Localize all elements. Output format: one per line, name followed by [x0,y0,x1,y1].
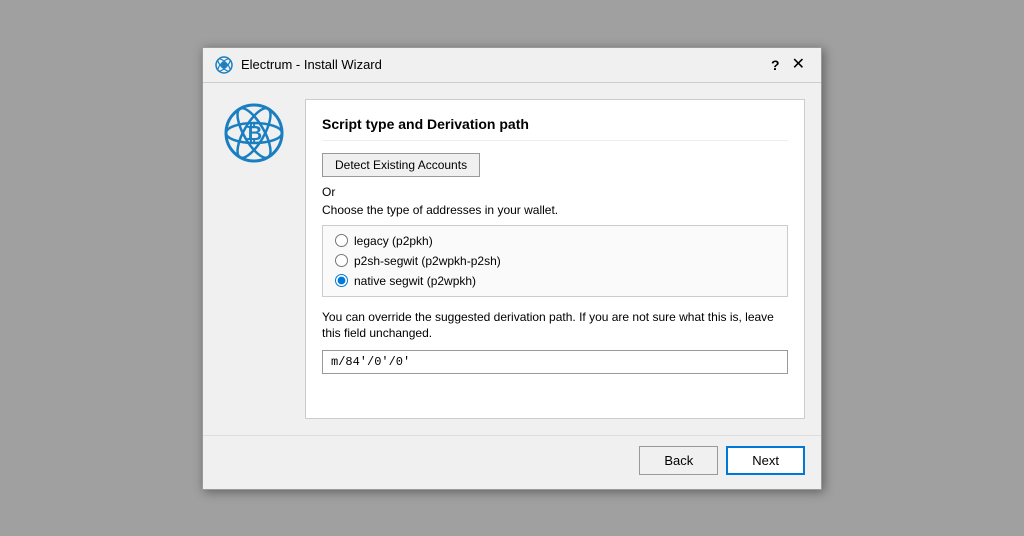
radio-legacy-label[interactable]: legacy (p2pkh) [354,234,433,248]
override-description: You can override the suggested derivatio… [322,309,788,343]
section-title: Script type and Derivation path [322,116,788,141]
wizard-footer: Back Next [203,435,821,489]
title-controls: ? ✕ [771,57,809,73]
derivation-path-input[interactable] [322,350,788,374]
wizard-logo: ₿ [219,99,289,419]
content-box: Script type and Derivation path Detect E… [305,99,805,419]
choose-text: Choose the type of addresses in your wal… [322,203,788,217]
radio-p2sh-label[interactable]: p2sh-segwit (p2wpkh-p2sh) [354,254,501,268]
or-text: Or [322,185,788,199]
electrum-icon [215,56,233,74]
detect-accounts-button[interactable]: Detect Existing Accounts [322,153,480,177]
radio-native[interactable] [335,274,348,287]
radio-item-native[interactable]: native segwit (p2wpkh) [335,274,775,288]
radio-legacy[interactable] [335,234,348,247]
radio-p2sh[interactable] [335,254,348,267]
back-button[interactable]: Back [639,446,718,475]
radio-item-legacy[interactable]: legacy (p2pkh) [335,234,775,248]
wizard-content: Script type and Derivation path Detect E… [305,99,805,419]
wizard-body: ₿ Script type and Derivation path Detect… [203,83,821,435]
title-bar: Electrum - Install Wizard ? ✕ [203,48,821,83]
window-title: Electrum - Install Wizard [241,57,771,72]
radio-native-label[interactable]: native segwit (p2wpkh) [354,274,476,288]
wizard-window: Electrum - Install Wizard ? ✕ ₿ Script t… [202,47,822,490]
radio-item-p2sh[interactable]: p2sh-segwit (p2wpkh-p2sh) [335,254,775,268]
help-button[interactable]: ? [771,57,780,73]
next-button[interactable]: Next [726,446,805,475]
address-type-group: legacy (p2pkh) p2sh-segwit (p2wpkh-p2sh)… [322,225,788,297]
close-button[interactable]: ✕ [788,57,809,73]
